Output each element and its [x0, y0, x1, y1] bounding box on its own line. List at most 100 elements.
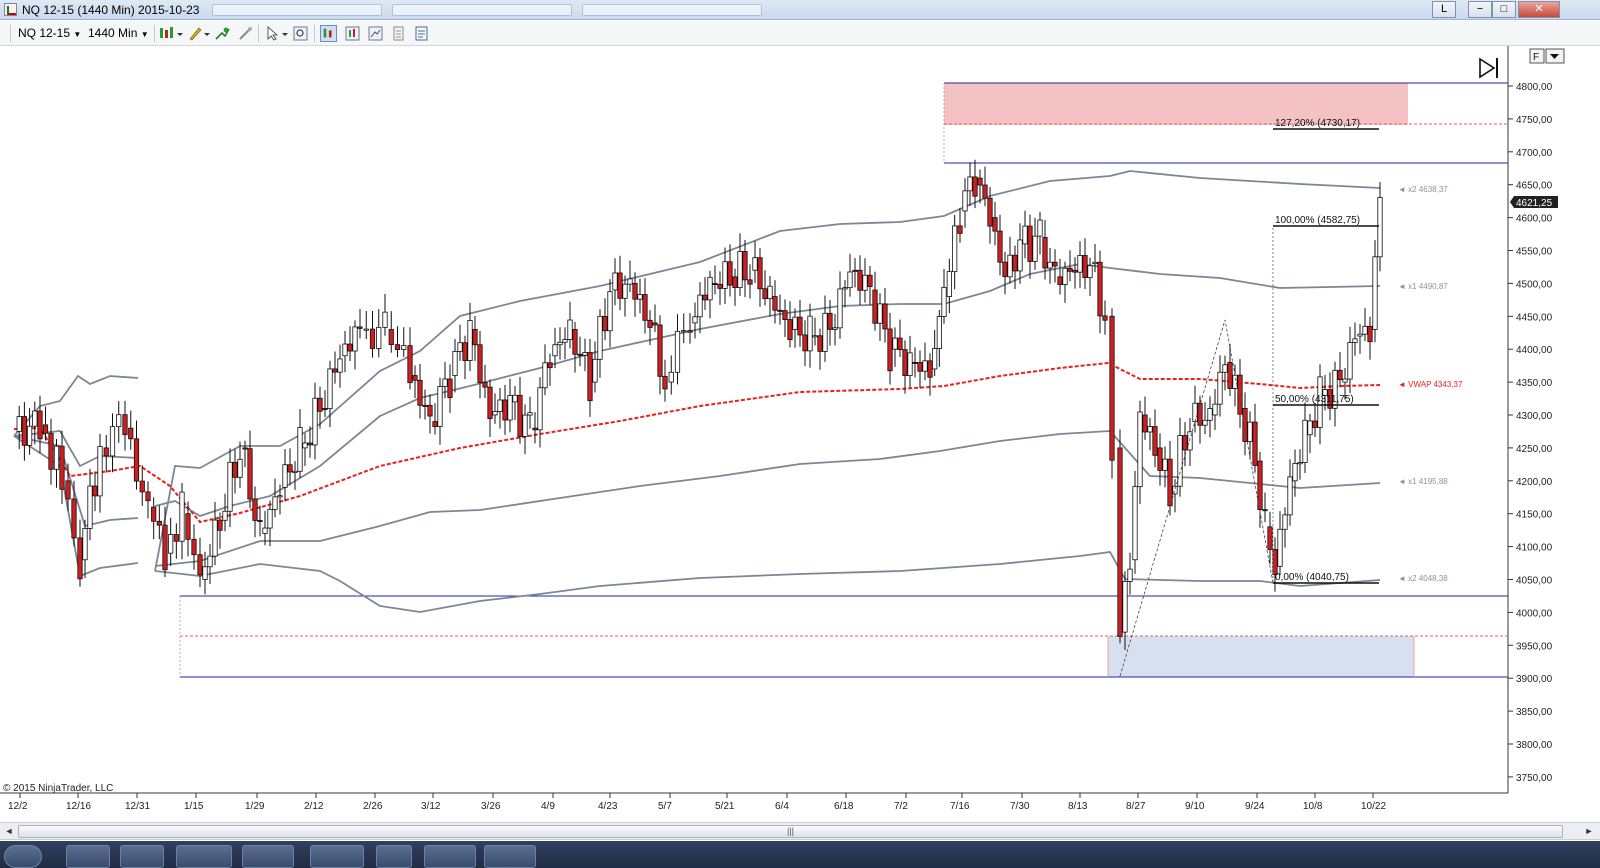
taskbar-app[interactable] — [484, 845, 536, 868]
up-candle — [382, 311, 388, 328]
taskbar-app[interactable] — [424, 845, 476, 868]
down-candle — [232, 461, 238, 478]
interval-selector[interactable]: 1440 Min ▼ — [88, 25, 149, 42]
window-title-bar: NQ 12-15 (1440 Min) 2015-10-23 L − □ ✕ — [0, 0, 1600, 20]
down-candle — [867, 274, 873, 287]
background-tab[interactable] — [582, 4, 762, 16]
up-candle — [1077, 255, 1083, 273]
up-candle — [109, 426, 116, 457]
down-candle — [42, 424, 49, 434]
price-tick-label: 4250,00 — [1516, 444, 1553, 455]
down-candle — [369, 328, 376, 349]
zoom-icon[interactable] — [292, 25, 309, 42]
down-candle — [1152, 426, 1158, 456]
pencil-draw-icon[interactable] — [187, 25, 211, 42]
down-candle — [103, 447, 109, 457]
up-candle — [1247, 421, 1253, 442]
up-candle — [707, 276, 713, 301]
chart-window-icon — [4, 3, 17, 16]
down-candle — [1182, 435, 1188, 451]
chart-panel[interactable]: 127,20% (4730,17) 100,00% (4582,75) 50,0… — [0, 46, 1600, 821]
start-button[interactable] — [4, 845, 42, 868]
price-tick-label: 4700,00 — [1516, 148, 1553, 159]
scroll-left-icon[interactable]: ◄ — [2, 825, 16, 838]
background-tab[interactable] — [212, 4, 382, 16]
taskbar-app[interactable] — [176, 845, 232, 868]
scrollbar-thumb[interactable]: ||| — [18, 825, 1563, 838]
down-candle — [1042, 236, 1048, 269]
minimize-button[interactable]: − — [1468, 1, 1492, 18]
band-label-lower1: ◄ x1 4195,88 — [1398, 477, 1448, 486]
down-candle — [872, 289, 878, 324]
down-candle — [71, 498, 77, 539]
up-candle — [522, 414, 528, 437]
down-candle — [887, 328, 893, 372]
date-tick-label: 3/12 — [421, 801, 441, 812]
down-candle — [577, 353, 583, 356]
candlestick-style-icon[interactable] — [158, 25, 184, 42]
up-candle — [352, 326, 358, 352]
last-price-marker: 4621,25 — [1510, 196, 1558, 209]
strategy-icon[interactable] — [413, 25, 430, 42]
up-candle — [1132, 486, 1138, 561]
down-candle — [427, 404, 433, 417]
taskbar-app[interactable] — [120, 845, 164, 868]
up-candle — [16, 416, 22, 432]
os-taskbar — [0, 841, 1600, 868]
horizontal-scrollbar[interactable]: ◄ ||| ► — [0, 822, 1600, 840]
taskbar-app[interactable] — [66, 845, 110, 868]
up-candle — [87, 485, 93, 529]
bar-marker-icon[interactable] — [344, 25, 361, 42]
price-tick-label: 3750,00 — [1516, 773, 1553, 784]
up-candle — [507, 395, 513, 421]
down-candle — [742, 251, 748, 281]
link-button[interactable]: L — [1432, 1, 1456, 18]
chevron-down-icon: ▼ — [140, 30, 149, 39]
down-candle — [777, 309, 783, 312]
price-chart[interactable]: 127,20% (4730,17) 100,00% (4582,75) 50,0… — [0, 46, 1600, 821]
down-candle — [977, 177, 983, 186]
down-candle — [987, 197, 993, 227]
scroll-right-icon[interactable]: ► — [1582, 825, 1596, 838]
up-candle — [512, 394, 518, 403]
close-button[interactable]: ✕ — [1518, 1, 1560, 18]
up-candle — [32, 410, 38, 427]
down-candle — [332, 368, 338, 373]
cursor-icon[interactable] — [264, 25, 290, 42]
up-candle — [1292, 463, 1298, 482]
up-candle — [401, 345, 407, 350]
down-candle — [802, 334, 808, 352]
chart-trader-icon[interactable] — [367, 25, 384, 42]
price-marker-icon[interactable] — [320, 25, 337, 42]
date-tick-label: 10/8 — [1303, 801, 1323, 812]
up-candle — [752, 257, 758, 271]
up-candle — [1307, 420, 1313, 436]
background-tab[interactable] — [392, 4, 572, 16]
taskbar-app[interactable] — [376, 845, 412, 868]
up-candle — [1357, 333, 1363, 337]
down-candle — [197, 554, 203, 576]
toolbar-separator — [154, 25, 155, 42]
up-candle — [862, 274, 868, 291]
toolbar-separator — [314, 25, 315, 42]
down-candle — [252, 498, 258, 521]
taskbar-app[interactable] — [242, 845, 294, 868]
down-candle — [462, 342, 468, 361]
data-box-icon[interactable] — [390, 25, 407, 42]
down-candle — [122, 414, 128, 436]
instrument-selector[interactable]: NQ 12-15 ▼ — [18, 25, 81, 42]
up-candle — [737, 251, 743, 289]
down-candle — [482, 382, 488, 388]
down-candle — [642, 294, 648, 321]
properties-icon[interactable] — [237, 25, 254, 42]
price-tick-label: 4150,00 — [1516, 510, 1553, 521]
up-candle — [1087, 265, 1093, 278]
fib-label-50: 50,00% (4311,75) — [1275, 394, 1354, 405]
add-indicator-icon[interactable] — [214, 25, 231, 42]
down-candle — [1067, 267, 1073, 272]
up-candle — [612, 272, 618, 291]
up-candle — [202, 566, 208, 580]
maximize-button[interactable]: □ — [1492, 1, 1516, 18]
taskbar-app[interactable] — [310, 845, 364, 868]
up-candle — [962, 190, 968, 212]
